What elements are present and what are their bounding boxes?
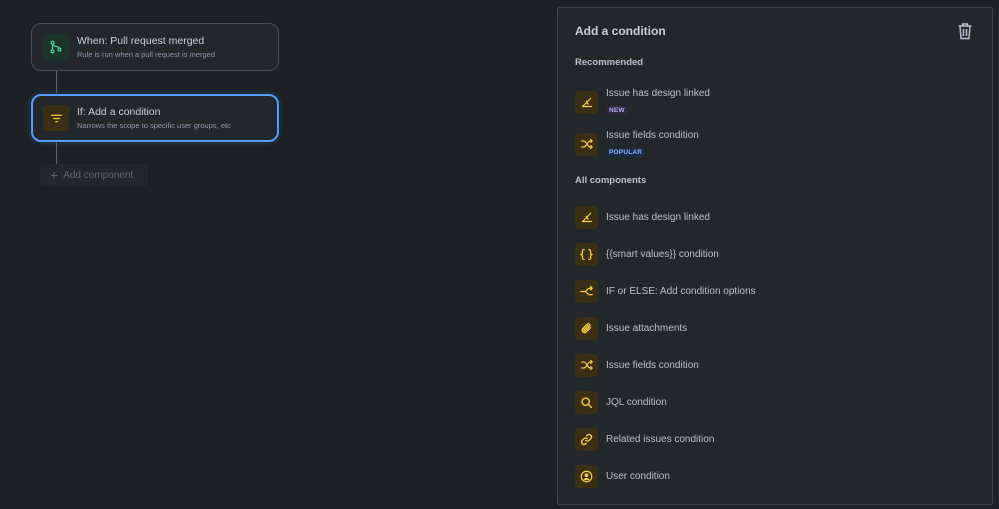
item-label: Related issues condition	[606, 433, 715, 445]
component-item-issue-attachments[interactable]: Issue attachments	[575, 316, 975, 340]
component-item-issue-has-design-linked[interactable]: Issue has design linked	[575, 205, 975, 229]
item-label: Issue fields condition	[606, 359, 699, 371]
flow-connector	[56, 142, 57, 164]
recommended-item-issue-has-design-linked[interactable]: Issue has design linked NEW	[575, 87, 975, 115]
trigger-title: When: Pull request merged	[77, 35, 205, 47]
new-badge: NEW	[606, 105, 628, 115]
branch-icon	[575, 279, 598, 303]
component-item-issue-fields-condition[interactable]: Issue fields condition	[575, 353, 975, 377]
filter-icon	[43, 105, 69, 131]
curly-braces-icon	[575, 242, 598, 266]
search-icon	[575, 390, 598, 414]
item-label: {{smart values}} condition	[606, 248, 719, 260]
recommended-heading: Recommended	[575, 57, 644, 68]
component-item-user-condition[interactable]: User condition	[575, 464, 975, 488]
item-label: Issue fields condition	[606, 129, 699, 141]
add-condition-panel: Add a condition Recommended Issue has de…	[557, 7, 993, 505]
add-component-label: Add component	[63, 169, 134, 181]
popular-badge: POPULAR	[606, 147, 646, 157]
plus-icon: +	[50, 167, 59, 183]
shuffle-icon	[575, 132, 598, 156]
user-icon	[575, 464, 598, 488]
trigger-card[interactable]: When: Pull request merged Rule is run wh…	[31, 23, 279, 71]
flow-connector	[56, 71, 57, 94]
trigger-subtitle: Rule is run when a pull request is merge…	[77, 49, 215, 59]
paperclip-icon	[575, 316, 598, 340]
trash-icon[interactable]	[956, 21, 974, 41]
item-label: Issue has design linked	[606, 211, 710, 223]
item-label: Issue has design linked	[606, 87, 710, 99]
link-icon	[575, 427, 598, 451]
item-label: User condition	[606, 470, 670, 482]
item-label: Issue attachments	[606, 322, 688, 334]
item-label: IF or ELSE: Add condition options	[606, 285, 756, 297]
design-pen-icon	[575, 205, 598, 229]
component-item-smart-values-condition[interactable]: {{smart values}} condition	[575, 242, 975, 266]
recommended-item-issue-fields-condition[interactable]: Issue fields condition POPULAR	[575, 129, 975, 157]
component-item-related-issues-condition[interactable]: Related issues condition	[575, 427, 975, 451]
component-item-jql-condition[interactable]: JQL condition	[575, 390, 975, 414]
branch-merge-icon	[43, 34, 69, 60]
add-component-button[interactable]: + Add component	[40, 164, 148, 186]
condition-card[interactable]: If: Add a condition Narrows the scope to…	[31, 94, 279, 142]
panel-title: Add a condition	[575, 24, 666, 38]
item-label: JQL condition	[606, 396, 667, 408]
condition-subtitle: Narrows the scope to specific user group…	[77, 120, 231, 130]
component-item-if-or-else[interactable]: IF or ELSE: Add condition options	[575, 279, 975, 303]
all-components-heading: All components	[575, 175, 647, 186]
design-pen-icon	[575, 90, 598, 114]
shuffle-icon	[575, 353, 598, 377]
condition-title: If: Add a condition	[77, 106, 161, 118]
